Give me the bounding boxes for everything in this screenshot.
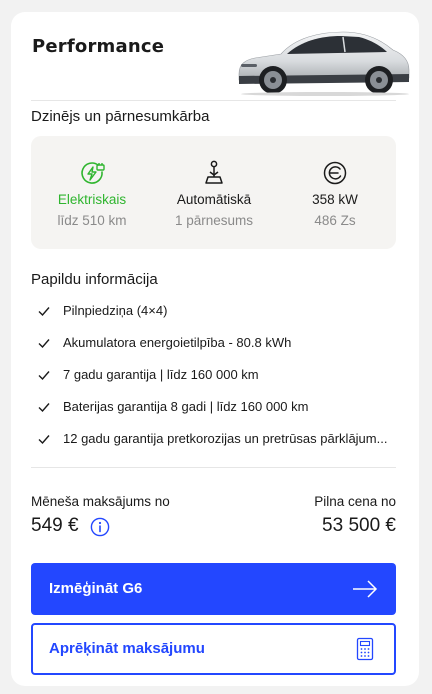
spec-power-hp: 486 Zs — [314, 213, 356, 228]
info-icon[interactable] — [90, 517, 110, 537]
check-icon — [38, 435, 50, 445]
spec-power-kw: 358 kW — [312, 192, 358, 207]
extra-section-title: Papildu informācija — [31, 271, 158, 288]
feature-item: Akumulatora energoietilpība - 80.8 kWh — [37, 333, 407, 353]
features-divider — [31, 467, 396, 468]
car-image — [238, 31, 410, 96]
feature-item: 7 gadu garantija | līdz 160 000 km — [37, 365, 407, 385]
full-price-value: 53 500 € — [322, 515, 396, 536]
calculator-icon — [356, 637, 374, 661]
monthly-payment-label: Mēneša maksājums no — [31, 494, 170, 509]
check-icon — [38, 403, 50, 413]
feature-text: 7 gadu garantija | līdz 160 000 km — [63, 367, 259, 382]
spec-transmission: Automātiskā 1 pārnesums — [153, 136, 275, 249]
test-drive-button-label: Izmēģināt G6 — [49, 580, 143, 597]
feature-item: 12 gadu garantija pretkorozijas un pretr… — [37, 429, 407, 449]
calculate-payment-button-label: Aprēķināt maksājumu — [49, 640, 205, 657]
gear-shifter-icon — [205, 160, 223, 184]
engine-specs-panel: Elektriskais līdz 510 km Automātiskā 1 p… — [31, 136, 396, 249]
spec-transmission-gears: 1 pārnesums — [174, 213, 254, 228]
monthly-payment-value: 549 € — [31, 515, 79, 536]
spec-fuel-name: Elektriskais — [57, 192, 127, 207]
feature-text: 12 gadu garantija pretkorozijas un pretr… — [63, 431, 388, 446]
spec-fuel: Elektriskais līdz 510 km — [31, 136, 153, 249]
spec-fuel-range: līdz 510 km — [57, 213, 127, 228]
feature-text: Pilnpiedziņa (4×4) — [63, 303, 168, 318]
spec-power: 358 kW 486 Zs — [274, 136, 396, 249]
ev-charging-plug-icon — [81, 162, 105, 184]
check-icon — [38, 371, 50, 381]
spec-transmission-name: Automātiskā — [176, 192, 252, 207]
card-title: Performance — [32, 36, 165, 57]
check-icon — [38, 339, 50, 349]
feature-item: Pilnpiedziņa (4×4) — [37, 301, 407, 321]
check-icon — [38, 307, 50, 317]
engine-section-title: Dzinējs un pārnesumkārba — [31, 108, 210, 125]
test-drive-button[interactable]: Izmēģināt G6 — [31, 563, 396, 615]
header-divider — [31, 100, 396, 101]
card-header: Performance — [11, 12, 419, 100]
calculate-payment-button[interactable]: Aprēķināt maksājumu — [31, 623, 396, 675]
full-price-label: Pilna cena no — [314, 494, 396, 509]
arrow-right-icon — [353, 580, 378, 598]
feature-text: Baterijas garantija 8 gadi | līdz 160 00… — [63, 399, 309, 414]
engine-power-icon — [323, 161, 347, 185]
performance-card: Performance Dzinējs un pārnesumkārba Ele… — [11, 12, 419, 686]
feature-item: Baterijas garantija 8 gadi | līdz 160 00… — [37, 397, 407, 417]
feature-text: Akumulatora energoietilpība - 80.8 kWh — [63, 335, 292, 350]
